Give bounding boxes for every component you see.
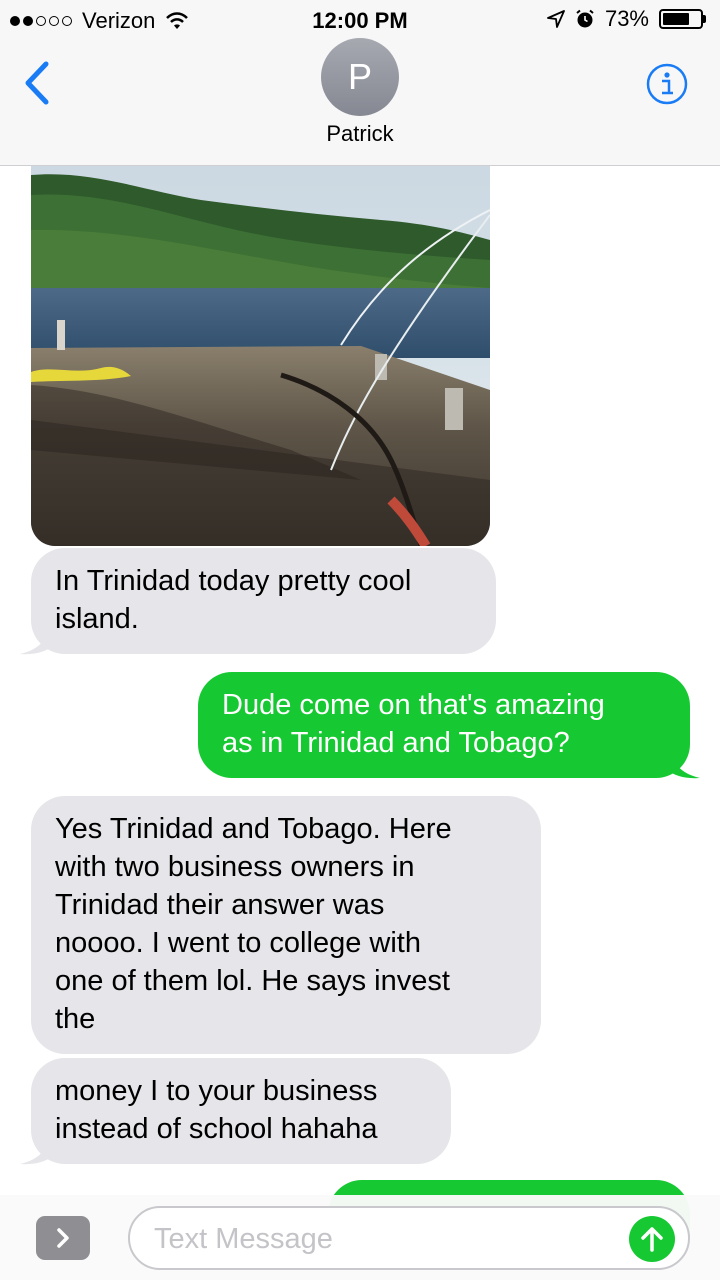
photo-image: [31, 120, 490, 546]
conversation[interactable]: In Trinidad today pretty cool island. Du…: [0, 0, 720, 1280]
location-arrow-icon: [547, 10, 565, 28]
info-icon: [646, 63, 688, 105]
apps-expand-button[interactable]: [36, 1216, 90, 1260]
compose-bar: [0, 1195, 720, 1280]
message-text-line: instead of school hahaha: [55, 1113, 378, 1145]
message-text-line: island.: [55, 603, 139, 635]
message-text-line: one of them lol. He says invest: [55, 965, 450, 997]
message-input-field[interactable]: [128, 1206, 690, 1270]
message-text-line: In Trinidad today pretty cool: [55, 565, 412, 597]
send-button[interactable]: [629, 1216, 675, 1262]
bubble-tail: [20, 622, 52, 655]
photo-message[interactable]: [31, 120, 490, 546]
chevron-right-icon: [57, 1228, 69, 1248]
bubble-tail: [20, 1132, 52, 1165]
bubble-tail: [668, 746, 700, 779]
contact-avatar[interactable]: P: [321, 38, 399, 116]
message-bubble-sent[interactable]: Dude come on that's amazing as in Trinid…: [198, 672, 690, 778]
avatar-initial: P: [347, 56, 372, 97]
messages-screen: In Trinidad today pretty cool island. Du…: [0, 0, 720, 1280]
message-text-line: noooo. I went to college with: [55, 927, 421, 959]
status-bar: Verizon 12:00 PM 73%: [0, 0, 720, 40]
battery-percent: 73%: [604, 6, 649, 31]
message-text-line: as in Trinidad and Tobago?: [222, 727, 570, 759]
battery-tip: [703, 15, 706, 23]
message-text-line: money I to your business: [55, 1075, 378, 1107]
battery-icon: [659, 9, 706, 29]
contact-name[interactable]: Patrick: [0, 121, 720, 147]
message-bubble-received[interactable]: In Trinidad today pretty cool island.: [31, 548, 496, 654]
message-text-line: Trinidad their answer was: [55, 889, 385, 921]
battery-body: [659, 9, 703, 29]
info-button[interactable]: [646, 63, 688, 105]
message-input[interactable]: [152, 1218, 616, 1260]
message-bubble-received[interactable]: money I to your business instead of scho…: [31, 1058, 451, 1164]
message-text-line: the: [55, 1003, 96, 1035]
message-text-line: with two business owners in: [55, 851, 415, 883]
chevron-left-icon: [25, 61, 49, 105]
battery-fill: [663, 13, 690, 25]
message-text-line: Dude come on that's amazing: [222, 689, 605, 721]
alarm-icon: [576, 9, 594, 28]
arrow-up-icon: [641, 1227, 663, 1252]
message-text-line: Yes Trinidad and Tobago. Here: [55, 813, 452, 845]
status-right: 73%: [547, 6, 706, 32]
message-bubble-received[interactable]: Yes Trinidad and Tobago. Here with two b…: [31, 796, 541, 1054]
back-button[interactable]: [18, 60, 58, 106]
